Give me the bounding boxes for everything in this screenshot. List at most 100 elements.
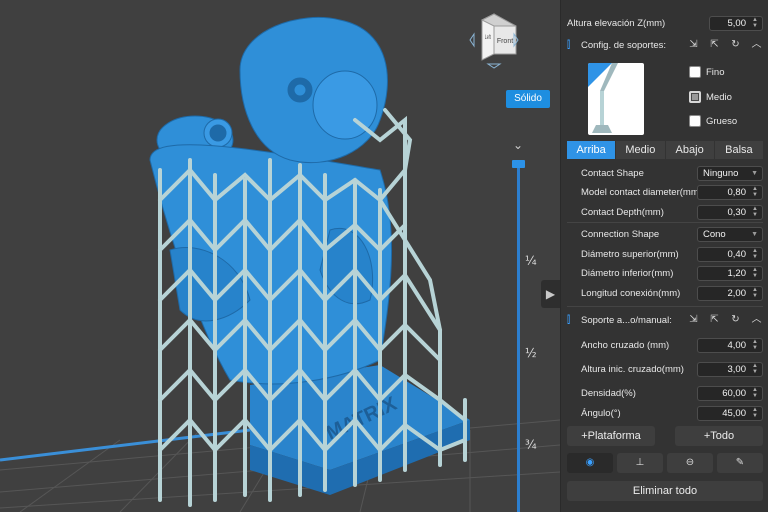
field-row: Densidad(%) 60,00 ▲ ▼ [561,384,768,402]
eye-icon[interactable]: ◉ [567,453,613,473]
spinner-icon[interactable]: ▲ ▼ [751,363,759,376]
export-icon[interactable]: ⇱ [708,313,721,326]
spinner-icon[interactable]: ▲ ▼ [751,267,759,280]
delete-row: Eliminar todo [567,481,763,501]
cross-width-input[interactable]: 4,00 ▲ ▼ [697,337,763,353]
tab-abajo[interactable]: Abajo [665,141,714,159]
dropdown-caret-icon: ▼ [751,230,758,238]
collapse-icon[interactable]: ︿ [750,38,763,51]
add-platform-button[interactable]: +Plataforma [567,426,655,446]
checkbox[interactable] [689,115,701,127]
add-all-button[interactable]: +Todo [675,426,763,446]
add-support-buttons: +Plataforma +Todo [567,426,763,446]
collapse-icon[interactable]: ︿ [750,313,763,326]
rotate-left-arrow-icon[interactable] [469,32,475,48]
view-cube-front-label: Front [497,38,513,45]
density-input[interactable]: 60,00 ▲ ▼ [697,385,763,401]
field-row: Diámetro inferior(mm) 1,20 ▲ ▼ [561,264,768,282]
field-label: Densidad(%) [581,387,636,399]
field-row: Altura inic. cruzado(mm) 3,00 ▲ ▼ [561,360,768,378]
support-tools: ◉ ⊥ ⊖ ✎ [567,453,763,473]
view-cube-left-label: Left [485,34,491,41]
lift-height-label: Altura elevación Z(mm) [567,17,666,29]
field-label: Model contact diameter(mm) [581,186,702,198]
view-cube-graphic[interactable]: Front Left [468,12,520,76]
field-row: Contact Shape Ninguno ▼ [561,164,768,182]
contact-diameter-input[interactable]: 0,80 ▲ ▼ [697,184,763,200]
field-row: Ángulo(°) 45,00 ▲ ▼ [561,404,768,422]
layer-slider-track[interactable] [517,164,520,512]
panel-toggle-arrow-icon[interactable]: ▶ [541,280,560,308]
field-label: Altura inic. cruzado(mm) [581,363,684,375]
spinner-icon[interactable]: ▲ ▼ [751,17,759,30]
dropdown-caret-icon: ▼ [751,169,758,177]
checkbox-checked[interactable] [689,91,701,103]
support-remove-icon[interactable]: ⊖ [667,453,713,473]
preset-medio[interactable]: Medio [689,91,732,103]
field-label: Ancho cruzado (mm) [581,339,670,351]
checkbox[interactable] [689,66,701,78]
lift-height-input[interactable]: 5,00 ▲ ▼ [709,15,763,31]
spinner-icon[interactable]: ▲ ▼ [751,186,759,199]
manual-support-icon: ⫿ [567,314,571,326]
reset-icon[interactable]: ↻ [729,38,742,51]
divider [567,306,763,307]
top-diameter-input[interactable]: 0,40 ▲ ▼ [697,246,763,262]
cross-start-height-input[interactable]: 3,00 ▲ ▼ [697,361,763,377]
reset-icon[interactable]: ↻ [729,313,742,326]
field-label: Longitud conexión(mm) [581,287,681,299]
tab-balsa[interactable]: Balsa [714,141,763,159]
field-row: Connection Shape Cono ▼ [561,225,768,243]
lift-height-row: Altura elevación Z(mm) 5,00 ▲ ▼ [561,14,768,32]
support-config-icon: ⫿ [567,39,571,51]
field-row: Contact Depth(mm) 0,30 ▲ ▼ [561,203,768,221]
support-config-header: ⫿ Config. de soportes: ⇲ ⇱ ↻ ︿ [561,34,768,56]
connection-shape-select[interactable]: Cono ▼ [697,226,763,242]
rotate-down-arrow-icon[interactable] [486,63,502,69]
import-icon[interactable]: ⇲ [687,313,700,326]
field-label: Contact Shape [581,167,644,179]
manual-support-header: ⫿ Soporte a...o/manual: ⇲ ⇱ ↻ ︿ [561,309,768,331]
render-mode-button[interactable]: Sólido [506,90,550,108]
support-settings-panel: Altura elevación Z(mm) 5,00 ▲ ▼ ⫿ Config. … [560,0,768,512]
spinner-icon[interactable]: ▲ ▼ [751,407,759,420]
field-row: Ancho cruzado (mm) 4,00 ▲ ▼ [561,336,768,354]
preset-grueso-label: Grueso [706,115,738,127]
support-preset-preview [588,63,644,135]
3d-viewport[interactable]: MATRIX Front Left Sólido ⌄ ¼ ½ ¾ ▶ [0,0,560,512]
layer-tick-half: ½ [525,346,537,360]
manual-support-title: Soporte a...o/manual: [581,314,672,326]
spinner-icon[interactable]: ▲ ▼ [751,387,759,400]
field-label: Diámetro superior(mm) [581,248,679,260]
spinner-icon[interactable]: ▲ ▼ [751,206,759,219]
preset-grueso[interactable]: Grueso [689,115,737,127]
spinner-icon[interactable]: ▲ ▼ [751,339,759,352]
chevron-down-icon[interactable]: ⌄ [512,139,524,151]
export-icon[interactable]: ⇱ [708,38,721,51]
support-config-title: Config. de soportes: [581,39,667,51]
scene-canvas[interactable]: MATRIX [0,0,560,512]
preset-fino[interactable]: Fino [689,66,724,78]
contact-shape-select[interactable]: Ninguno ▼ [697,165,763,181]
angle-input[interactable]: 45,00 ▲ ▼ [697,405,763,421]
spinner-icon[interactable]: ▲ ▼ [751,248,759,261]
support-add-icon[interactable]: ⊥ [617,453,663,473]
divider [567,222,763,223]
preset-medio-label: Medio [706,91,732,103]
tab-medio[interactable]: Medio [616,141,665,159]
import-icon[interactable]: ⇲ [687,38,700,51]
preset-fino-label: Fino [706,66,725,78]
delete-all-button[interactable]: Eliminar todo [567,481,763,501]
connection-length-input[interactable]: 2,00 ▲ ▼ [697,285,763,301]
layer-slider-handle[interactable] [512,160,525,168]
view-cube[interactable]: Front Left [468,12,520,76]
support-edit-icon[interactable]: ✎ [717,453,763,473]
contact-depth-input[interactable]: 0,30 ▲ ▼ [697,204,763,220]
bottom-diameter-input[interactable]: 1,20 ▲ ▼ [697,265,763,281]
spinner-icon[interactable]: ▲ ▼ [751,287,759,300]
preset-preview-graphic [588,63,618,133]
field-label: Diámetro inferior(mm) [581,267,674,279]
tab-arriba[interactable]: Arriba [567,141,616,159]
field-label: Connection Shape [581,228,660,240]
support-tabs: Arriba Medio Abajo Balsa [567,141,763,159]
